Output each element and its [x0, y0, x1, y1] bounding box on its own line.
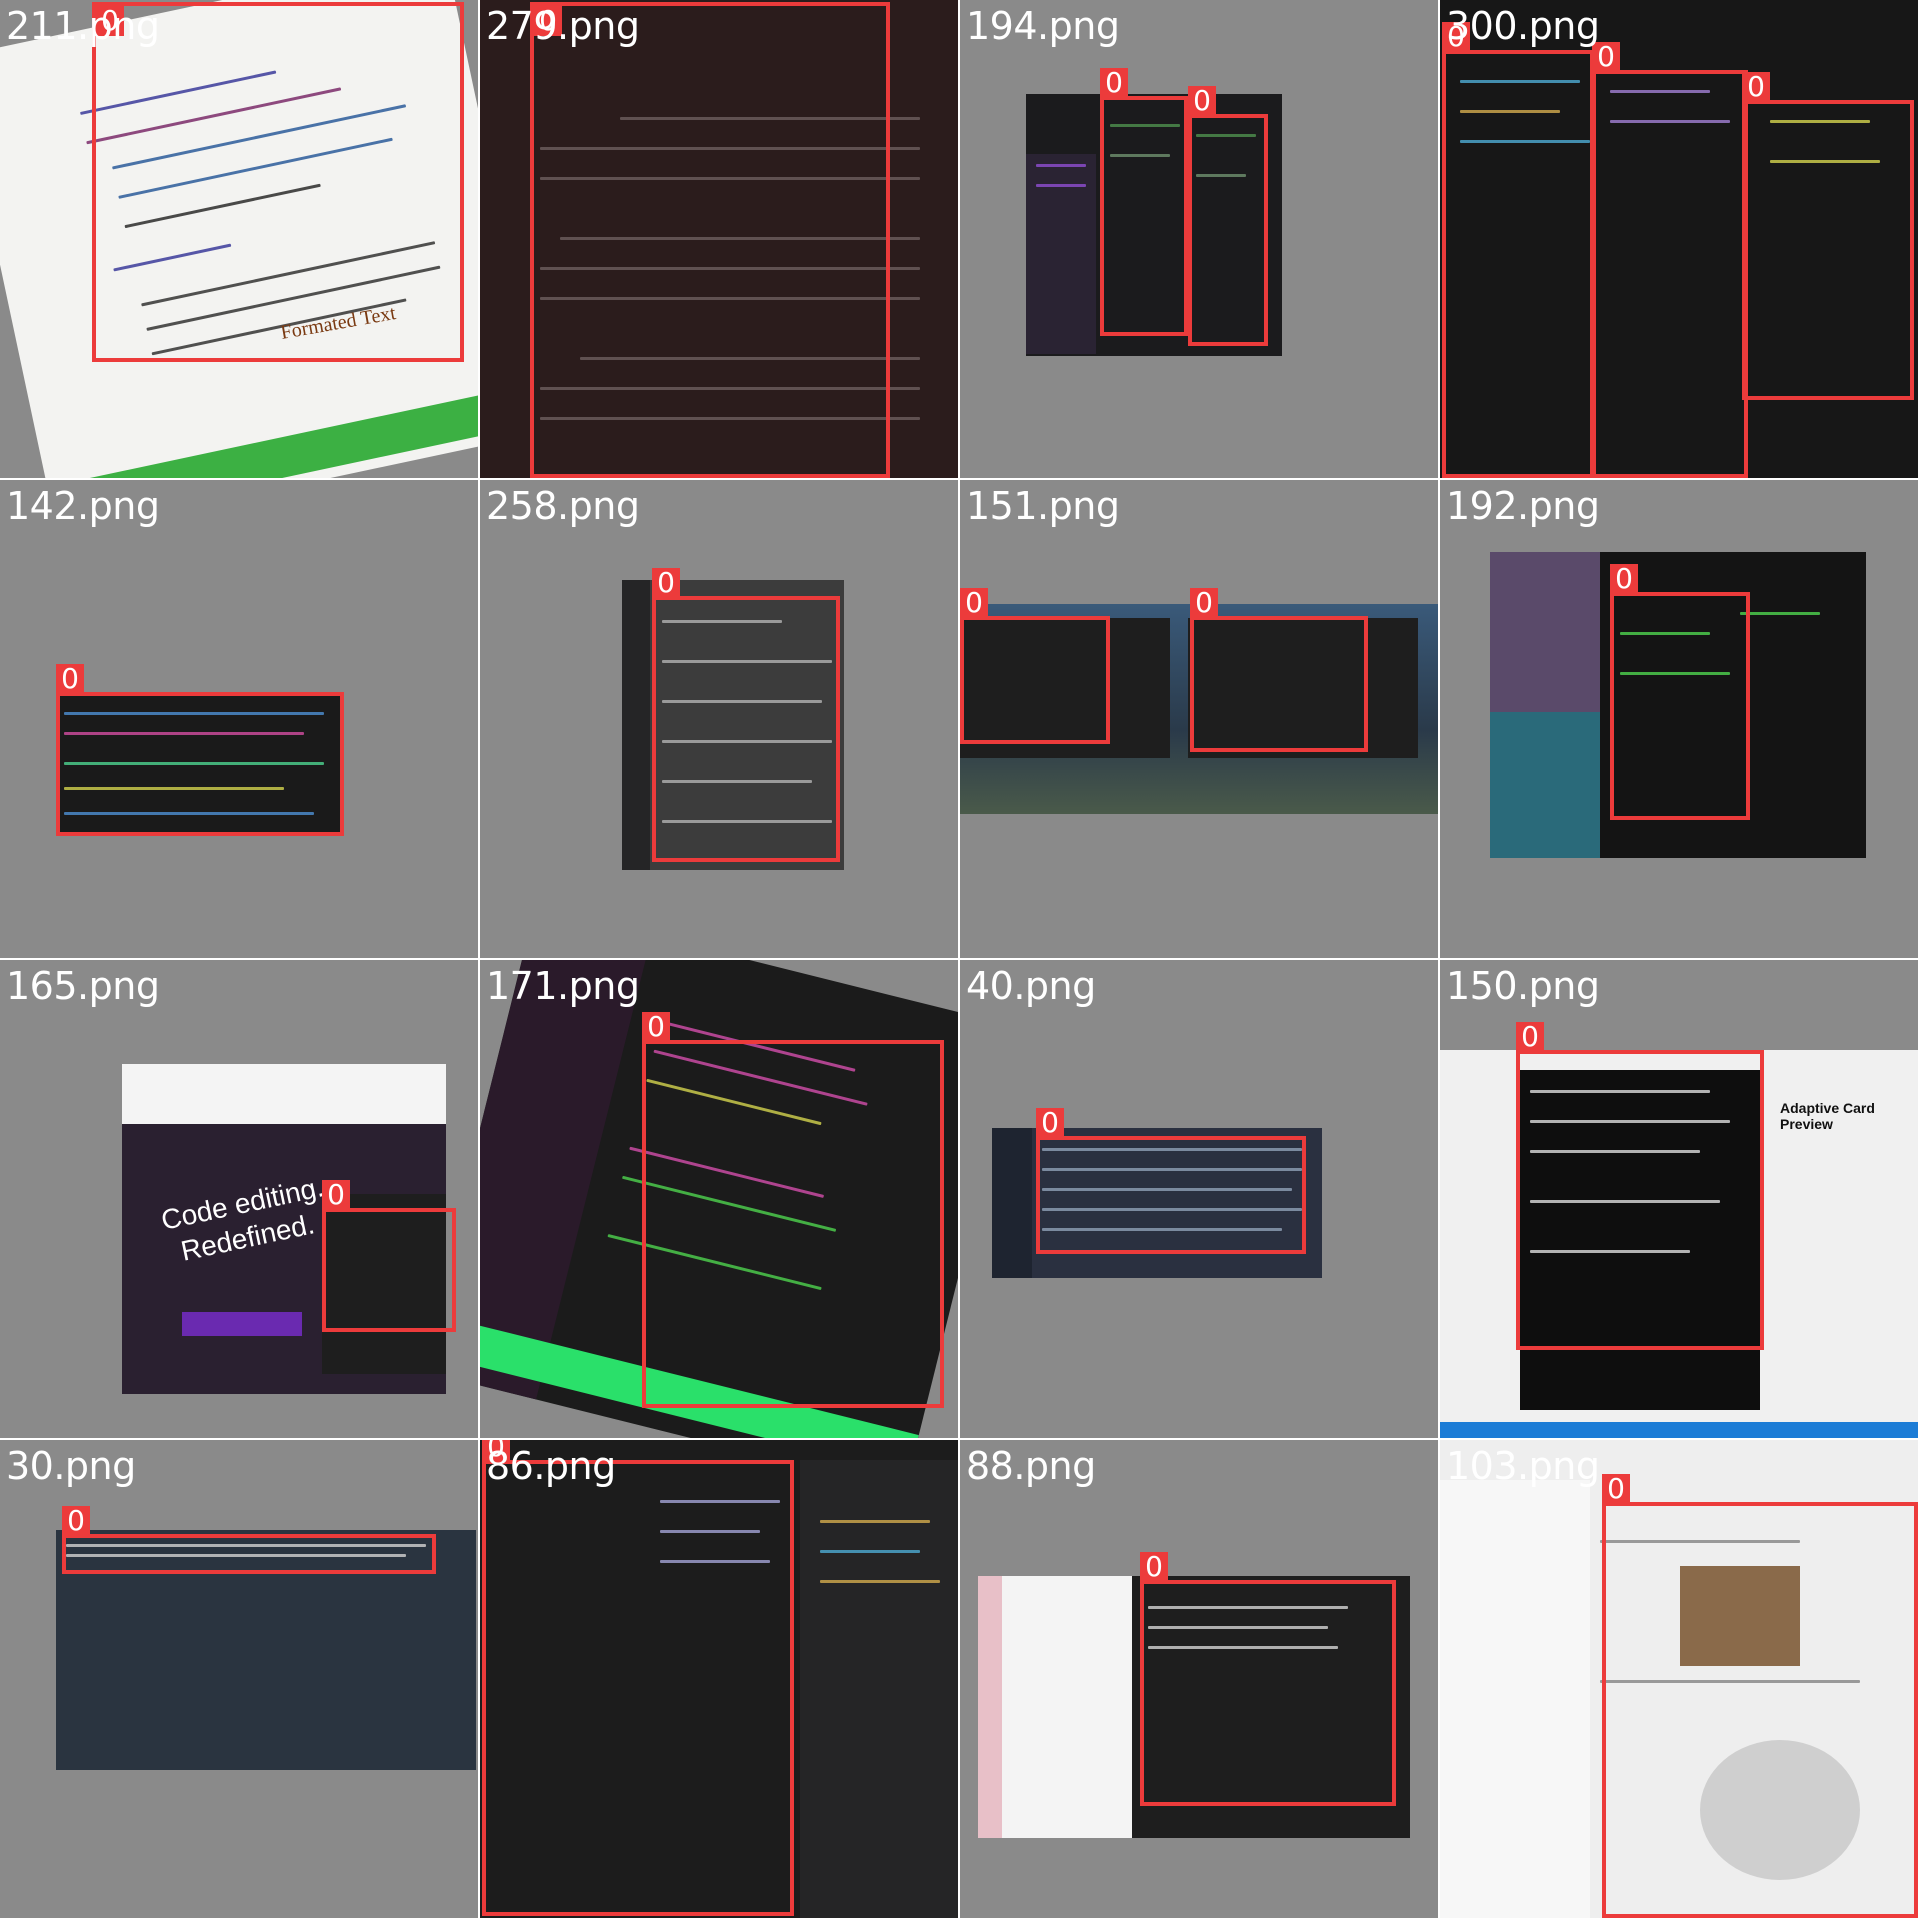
detection-box: 0: [56, 664, 344, 836]
detection-class-tag: 0: [1190, 588, 1218, 618]
detection-class-tag: 0: [1036, 1108, 1064, 1138]
detection-class-tag: 0: [1100, 68, 1128, 98]
detection-box: 0: [1190, 588, 1368, 752]
detection-box: 0: [1036, 1108, 1306, 1254]
detection-class-tag: 0: [960, 588, 988, 618]
tile-40: 0 40.png: [960, 960, 1438, 1438]
detection-box: 0: [482, 1440, 794, 1916]
detection-box: 0: [62, 1506, 436, 1574]
detection-class-tag: 0: [1140, 1552, 1168, 1582]
detection-class-tag: 0: [1610, 564, 1638, 594]
tile-filename: 211.png: [6, 4, 160, 48]
tile-151: 0 0 151.png: [960, 480, 1438, 958]
tile-211: Formated Text 0 211.png: [0, 0, 478, 478]
detection-box: 0: [1610, 564, 1750, 820]
detection-class-tag: 0: [322, 1180, 350, 1210]
detection-box: 0: [1742, 72, 1914, 400]
detection-class-tag: 0: [56, 664, 84, 694]
tile-filename: 40.png: [966, 964, 1096, 1008]
tile-30: 0 30.png: [0, 1440, 478, 1918]
tile-filename: 150.png: [1446, 964, 1600, 1008]
tile-filename: 142.png: [6, 484, 160, 528]
detection-class-tag: 0: [642, 1012, 670, 1042]
detection-box: 0: [92, 2, 464, 362]
detection-class-tag: 0: [62, 1506, 90, 1536]
tile-filename: 171.png: [486, 964, 640, 1008]
tile-194: 0 0 194.png: [960, 0, 1438, 478]
detection-class-tag: 0: [1516, 1022, 1544, 1052]
detection-box: 0: [1100, 68, 1188, 336]
detection-box: 0: [1516, 1022, 1764, 1350]
tile-filename: 279.png: [486, 4, 640, 48]
detection-box: 0: [652, 568, 840, 862]
detection-box: 0: [1140, 1552, 1396, 1806]
tile-88: 0 88.png: [960, 1440, 1438, 1918]
tile-filename: 86.png: [486, 1444, 616, 1488]
tile-192: 0 192.png: [1440, 480, 1918, 958]
tile-258: 0 258.png: [480, 480, 958, 958]
tile-142: 0 142.png: [0, 480, 478, 958]
detection-grid: Formated Text 0 211.png 0 279.png 0 0 19…: [0, 0, 1920, 1920]
tile-279: 0 279.png: [480, 0, 958, 478]
tile-filename: 194.png: [966, 4, 1120, 48]
detection-box: 0: [1592, 42, 1748, 478]
detection-class-tag: 0: [1188, 86, 1216, 116]
detection-box: 0: [960, 588, 1110, 744]
tile-filename: 258.png: [486, 484, 640, 528]
detection-box: 0: [1602, 1474, 1918, 1918]
tile-filename: 103.png: [1446, 1444, 1600, 1488]
tile-103: 0 103.png: [1440, 1440, 1918, 1918]
detection-box: 0: [530, 2, 890, 478]
tile-86: 0 86.png: [480, 1440, 958, 1918]
detection-class-tag: 0: [1742, 72, 1770, 102]
tile-171: 0 171.png: [480, 960, 958, 1438]
detection-box: 0: [1442, 22, 1594, 478]
tile-filename: 88.png: [966, 1444, 1096, 1488]
detection-box: 0: [1188, 86, 1268, 346]
detection-class-tag: 0: [1602, 1474, 1630, 1504]
tile-300: 0 0 0 300.png: [1440, 0, 1918, 478]
tile-150: Adaptive Card Preview 0 150.png: [1440, 960, 1918, 1438]
tile-filename: 30.png: [6, 1444, 136, 1488]
detection-box: 0: [322, 1180, 456, 1332]
tile-filename: 165.png: [6, 964, 160, 1008]
tile-165: Code editing. Redefined. 0 165.png: [0, 960, 478, 1438]
tile-filename: 151.png: [966, 484, 1120, 528]
detection-box: 0: [642, 1012, 944, 1408]
tile-filename: 192.png: [1446, 484, 1600, 528]
detection-class-tag: 0: [652, 568, 680, 598]
tile-filename: 300.png: [1446, 4, 1600, 48]
adaptive-card-preview-title: Adaptive Card Preview: [1780, 1100, 1875, 1132]
